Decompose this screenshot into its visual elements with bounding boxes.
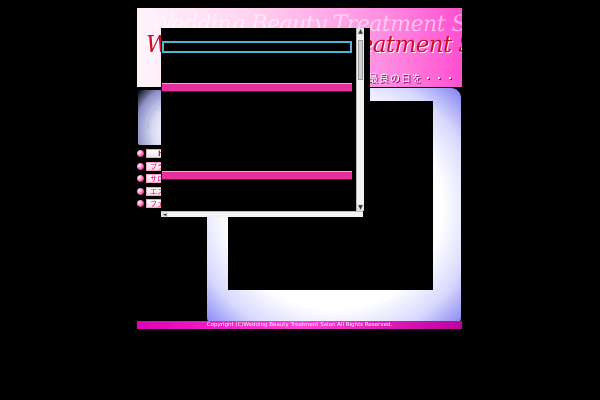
scroll-up-arrow-icon[interactable]: ▲	[357, 28, 364, 35]
bullet-icon	[137, 200, 144, 208]
pink-divider-bar	[162, 83, 352, 92]
scroll-left-arrow-icon[interactable]: ◄	[161, 212, 168, 217]
scroll-thumb[interactable]	[358, 40, 363, 80]
horizontal-scrollbar[interactable]: ◄	[161, 211, 363, 217]
content-input-field[interactable]	[162, 41, 352, 53]
site-container: Wedding Beauty Treatment Salon Wedding B…	[137, 8, 462, 330]
pink-divider-bar	[162, 171, 352, 180]
bullet-icon	[137, 175, 144, 183]
vertical-scrollbar[interactable]: ▲ ▼	[356, 28, 364, 211]
footer-bar: Copyright (C)Wedding Beauty Treatment Sa…	[137, 321, 462, 329]
bullet-icon	[137, 187, 144, 195]
bullet-icon	[137, 150, 144, 157]
copyright-text: Copyright (C)Wedding Beauty Treatment Sa…	[206, 322, 393, 328]
bullet-icon	[137, 162, 144, 170]
content-scroll-area[interactable]: ▲ ▼ ◄	[161, 28, 370, 217]
scroll-down-arrow-icon[interactable]: ▼	[357, 204, 364, 211]
